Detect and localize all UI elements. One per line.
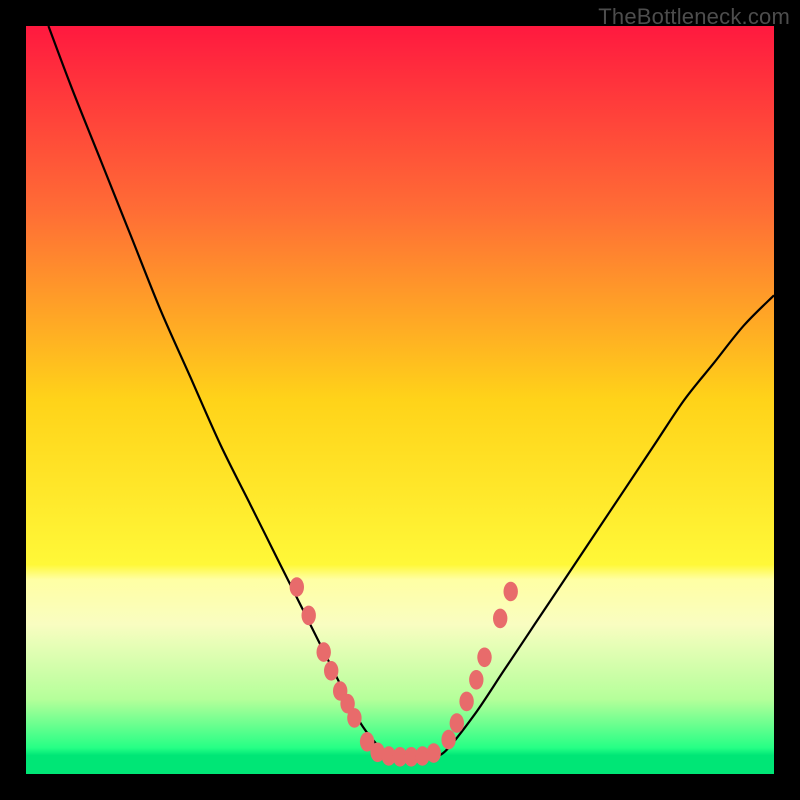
highlight-dot xyxy=(347,708,361,728)
highlight-dot xyxy=(427,743,441,763)
highlight-dot xyxy=(324,661,338,681)
highlight-dot xyxy=(302,606,316,626)
highlight-dot xyxy=(450,713,464,733)
highlight-dot xyxy=(290,577,304,597)
highlight-dot xyxy=(317,642,331,662)
highlight-dot xyxy=(477,648,491,668)
bottleneck-chart xyxy=(26,26,774,774)
highlight-dot xyxy=(493,609,507,629)
highlight-dot xyxy=(459,692,473,712)
highlight-dot xyxy=(469,670,483,690)
chart-background xyxy=(26,26,774,774)
chart-frame: TheBottleneck.com xyxy=(0,0,800,800)
highlight-dot xyxy=(504,582,518,602)
highlight-dot xyxy=(441,730,455,750)
